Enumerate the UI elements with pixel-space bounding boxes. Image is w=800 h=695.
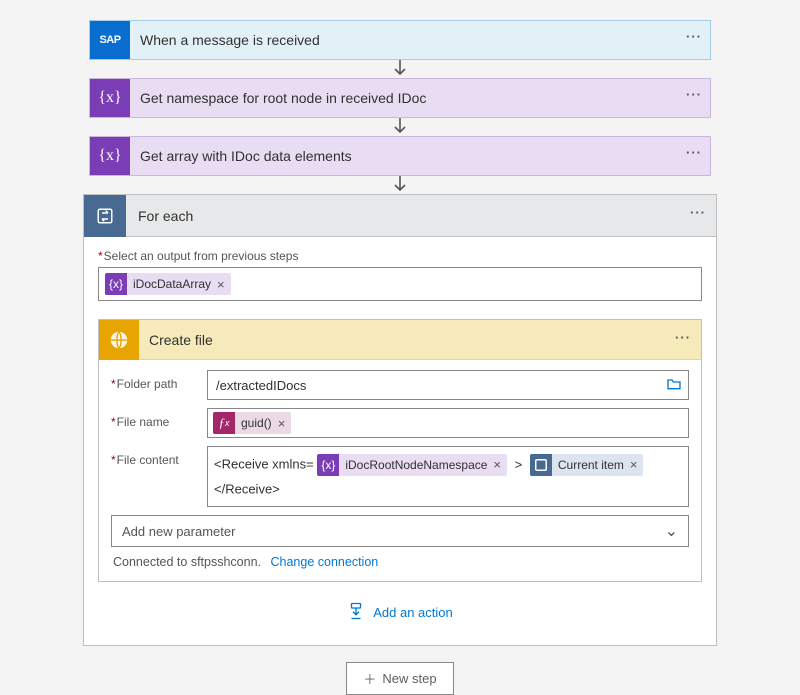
add-parameter-label: Add new parameter — [122, 524, 235, 539]
filename-label: File name — [111, 408, 207, 429]
add-action-button[interactable]: Add an action — [347, 602, 453, 623]
trigger-menu-icon[interactable]: ··· — [686, 29, 702, 44]
token-remove-icon[interactable]: × — [630, 453, 638, 477]
token-label: guid() — [241, 416, 272, 430]
step2-title: Get array with IDoc data elements — [130, 148, 710, 164]
fx-icon: ƒx — [213, 412, 235, 434]
createfile-card: Create file ··· Folder path /extractedID… — [98, 319, 702, 582]
trigger-card[interactable]: SAP When a message is received ··· — [89, 20, 711, 60]
sftp-icon — [99, 320, 139, 360]
variable-icon: {x} — [90, 79, 130, 117]
filename-input[interactable]: ƒx guid() × — [207, 408, 689, 438]
arrow-icon — [393, 176, 407, 194]
token-label: iDocDataArray — [133, 277, 211, 291]
token-remove-icon[interactable]: × — [278, 416, 286, 431]
loop-icon — [530, 454, 552, 476]
foreach-header[interactable]: For each ··· — [84, 195, 716, 237]
variable-icon: {x} — [105, 273, 127, 295]
token-guid[interactable]: ƒx guid() × — [213, 412, 291, 434]
chevron-down-icon: ⌄ — [665, 521, 678, 541]
step2-card[interactable]: {x} Get array with IDoc data elements ··… — [89, 136, 711, 176]
filecontent-pre: <Receive xmlns= — [214, 457, 314, 472]
variable-icon: {x} — [317, 454, 339, 476]
folderpath-value: /extractedIDocs — [216, 378, 306, 393]
token-remove-icon[interactable]: × — [217, 277, 225, 292]
token-currentitem[interactable]: Current item × — [530, 454, 644, 476]
foreach-select-label: Select an output from previous steps — [98, 249, 702, 263]
token-remove-icon[interactable]: × — [493, 453, 501, 477]
add-action-label: Add an action — [373, 605, 453, 620]
token-label: Current item — [558, 453, 624, 477]
createfile-title: Create file — [139, 332, 223, 348]
add-parameter-dropdown[interactable]: Add new parameter ⌄ — [111, 515, 689, 547]
foreach-menu-icon[interactable]: ··· — [690, 205, 706, 220]
foreach-card: For each ··· Select an output from previ… — [83, 194, 717, 646]
step1-title: Get namespace for root node in received … — [130, 90, 710, 106]
trigger-title: When a message is received — [130, 32, 710, 48]
connection-status: Connected to sftpsshconn. Change connect… — [111, 547, 689, 569]
plus-icon: ＋ — [363, 669, 376, 688]
step1-card[interactable]: {x} Get namespace for root node in recei… — [89, 78, 711, 118]
token-label: iDocRootNodeNamespace — [345, 453, 487, 477]
filecontent-input[interactable]: <Receive xmlns= {x} iDocRootNodeNamespac… — [207, 446, 689, 507]
new-step-label: New step — [382, 671, 436, 686]
folderpath-label: Folder path — [111, 370, 207, 391]
step2-menu-icon[interactable]: ··· — [686, 145, 702, 160]
folderpath-input[interactable]: /extractedIDocs — [207, 370, 689, 400]
variable-icon: {x} — [90, 137, 130, 175]
sap-icon: SAP — [90, 21, 130, 59]
token-idocdataarray[interactable]: {x} iDocDataArray × — [105, 273, 231, 295]
filecontent-post: </Receive> — [214, 481, 280, 496]
foreach-input[interactable]: {x} iDocDataArray × — [98, 267, 702, 301]
insert-step-icon — [347, 602, 365, 623]
step1-menu-icon[interactable]: ··· — [686, 87, 702, 102]
arrow-icon — [393, 60, 407, 78]
arrow-icon — [393, 118, 407, 136]
token-namespace[interactable]: {x} iDocRootNodeNamespace × — [317, 454, 507, 476]
change-connection-link[interactable]: Change connection — [271, 555, 379, 569]
new-step-button[interactable]: ＋ New step — [346, 662, 453, 695]
createfile-menu-icon[interactable]: ··· — [675, 330, 691, 345]
folder-picker-icon[interactable] — [666, 377, 682, 394]
filecontent-label: File content — [111, 446, 207, 467]
createfile-header[interactable]: Create file ··· — [99, 320, 701, 360]
filecontent-mid: > — [515, 457, 523, 472]
loop-icon — [84, 195, 126, 237]
foreach-title: For each — [126, 208, 716, 224]
